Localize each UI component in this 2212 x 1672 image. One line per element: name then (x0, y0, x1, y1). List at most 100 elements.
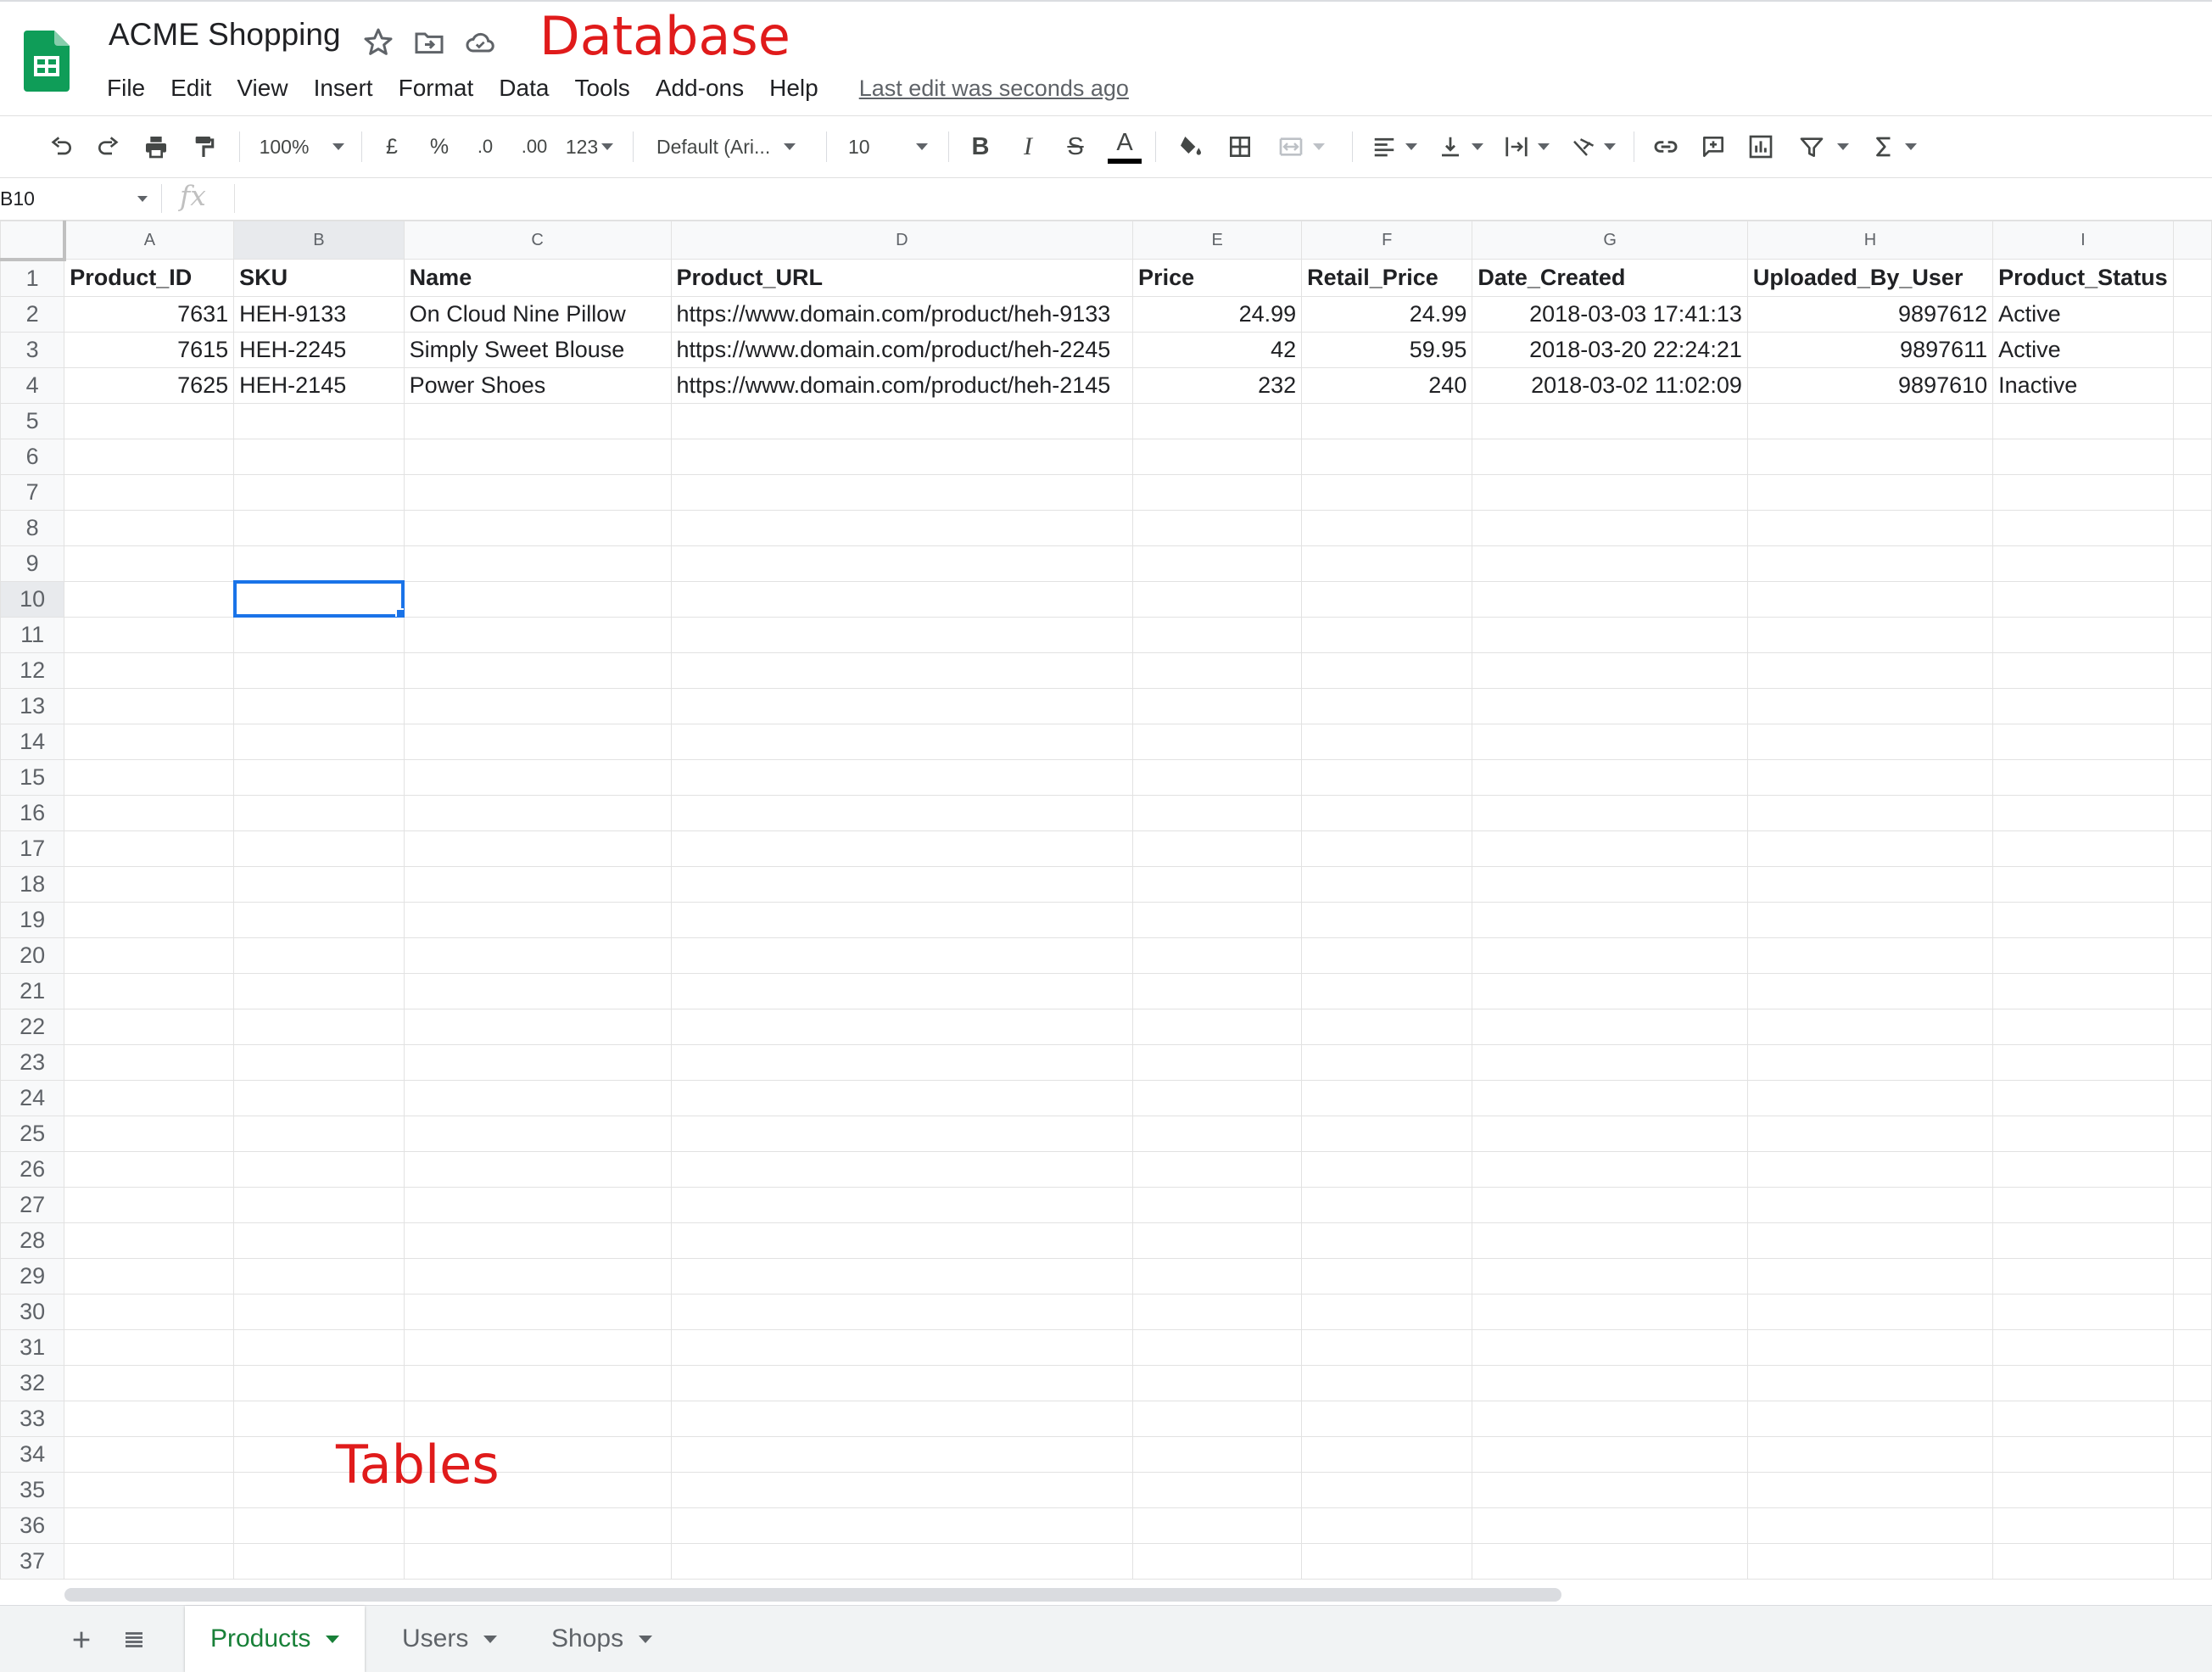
grid-cell[interactable] (1132, 473, 1303, 511)
grid-cell[interactable] (1472, 758, 1748, 796)
grid-cell[interactable] (2172, 1043, 2212, 1081)
grid-cell[interactable] (2172, 1293, 2212, 1330)
grid-cell[interactable] (2172, 1008, 2212, 1045)
grid-cell[interactable] (1472, 1471, 1748, 1508)
grid-cell[interactable] (1992, 1115, 2174, 1152)
grid-cell[interactable] (403, 438, 672, 475)
menu-add-ons[interactable]: Add-ons (656, 75, 744, 102)
chevron-down-icon[interactable] (639, 1635, 653, 1643)
grid-cell[interactable] (64, 473, 235, 511)
grid-cell[interactable] (1472, 1257, 1748, 1295)
grid-cell[interactable] (64, 1507, 235, 1544)
grid-cell[interactable] (1472, 972, 1748, 1009)
grid-cell[interactable] (1992, 758, 2174, 796)
cloud-status-icon[interactable] (463, 25, 497, 59)
row-header[interactable]: 25 (0, 1115, 65, 1152)
grid-cell[interactable] (403, 580, 672, 618)
grid-cell[interactable]: HEH-2245 (233, 331, 405, 368)
row-header[interactable]: 34 (0, 1435, 65, 1473)
grid-cell[interactable] (64, 1471, 235, 1508)
grid-cell[interactable] (670, 758, 1134, 796)
grid-cell[interactable] (1992, 545, 2174, 582)
grid-cell[interactable] (403, 1079, 672, 1116)
strikethrough-button[interactable]: S (1059, 116, 1092, 177)
grid-cell[interactable] (1992, 1293, 2174, 1330)
grid-cell[interactable] (64, 1364, 235, 1401)
grid-cell[interactable] (1132, 616, 1303, 653)
text-rotation-button[interactable] (1566, 116, 1620, 177)
grid-cell[interactable] (1992, 937, 2174, 974)
grid-cell[interactable] (1992, 723, 2174, 760)
grid-cell[interactable] (1992, 651, 2174, 689)
row-header[interactable]: 15 (0, 758, 65, 796)
grid-cell[interactable] (2172, 1400, 2212, 1437)
grid-cell[interactable] (403, 687, 672, 724)
grid-cell[interactable] (1746, 1293, 1994, 1330)
grid-cell[interactable] (2172, 402, 2212, 439)
grid-cell[interactable] (2172, 509, 2212, 546)
grid-cell[interactable] (64, 545, 235, 582)
chevron-down-icon[interactable] (483, 1635, 498, 1643)
grid-cell[interactable] (233, 972, 405, 1009)
grid-cell[interactable] (1992, 1079, 2174, 1116)
grid-cell[interactable] (403, 1222, 672, 1259)
row-header[interactable]: 30 (0, 1293, 65, 1330)
grid-cell[interactable] (1301, 1364, 1473, 1401)
add-sheet-button[interactable] (64, 1623, 98, 1657)
format-currency-button[interactable]: £ (378, 116, 405, 177)
paint-format-button[interactable] (185, 116, 222, 177)
grid-cell[interactable] (1472, 402, 1748, 439)
grid-cell[interactable] (1301, 1043, 1473, 1081)
font-size-select[interactable]: 10 (848, 116, 938, 177)
grid-cell[interactable] (1472, 1222, 1748, 1259)
grid-cell[interactable] (233, 1507, 405, 1544)
row-header[interactable]: 1 (0, 259, 65, 297)
star-icon[interactable] (361, 25, 395, 59)
grid-cell[interactable] (1472, 1435, 1748, 1473)
grid-cell[interactable] (1992, 972, 2174, 1009)
bold-button[interactable]: B (964, 116, 997, 177)
increase-decimals-button[interactable]: .00 (516, 116, 553, 177)
grid-cell[interactable] (670, 972, 1134, 1009)
grid-cell[interactable] (403, 1507, 672, 1544)
grid-cell[interactable] (1301, 1257, 1473, 1295)
grid-cell[interactable] (1746, 901, 1994, 938)
grid-cell[interactable] (2172, 651, 2212, 689)
grid-cell[interactable] (403, 1008, 672, 1045)
grid-cell[interactable] (1992, 1257, 2174, 1295)
grid-cell[interactable] (1472, 1079, 1748, 1116)
grid-cell[interactable] (670, 723, 1134, 760)
grid-cell[interactable] (670, 1150, 1134, 1188)
grid-cell[interactable] (1301, 758, 1473, 796)
grid-cell[interactable] (2172, 545, 2212, 582)
grid-cell[interactable] (64, 1043, 235, 1081)
grid-cell[interactable] (233, 1186, 405, 1223)
grid-cell[interactable] (1472, 1115, 1748, 1152)
grid-cell[interactable] (403, 830, 672, 867)
row-header[interactable]: 4 (0, 366, 65, 404)
grid-cell[interactable] (1472, 1364, 1748, 1401)
column-header-a[interactable]: A (64, 221, 235, 260)
column-header-c[interactable]: C (403, 221, 672, 260)
grid-cell[interactable] (233, 1257, 405, 1295)
grid-cell[interactable] (1992, 1222, 2174, 1259)
row-header[interactable]: 23 (0, 1043, 65, 1081)
grid-cell[interactable]: Inactive (1992, 366, 2174, 404)
grid-cell[interactable] (1472, 473, 1748, 511)
grid-cell[interactable] (233, 438, 405, 475)
grid-cell[interactable]: https://www.domain.com/product/heh-9133 (670, 295, 1134, 333)
grid-cell[interactable]: 42 (1132, 331, 1303, 368)
grid-cell[interactable] (64, 1222, 235, 1259)
grid-cell[interactable] (1746, 1043, 1994, 1081)
grid-cell[interactable] (1746, 1364, 1994, 1401)
text-color-button[interactable]: A (1106, 116, 1143, 177)
print-button[interactable] (137, 116, 175, 177)
grid-cell[interactable] (1132, 1079, 1303, 1116)
grid-cell[interactable]: Date_Created (1472, 259, 1748, 297)
redo-button[interactable] (90, 116, 127, 177)
grid-cell[interactable] (1472, 1008, 1748, 1045)
grid-cell[interactable] (1472, 794, 1748, 831)
menu-help[interactable]: Help (769, 75, 818, 102)
row-header[interactable]: 6 (0, 438, 65, 475)
grid-cell[interactable]: Active (1992, 295, 2174, 333)
